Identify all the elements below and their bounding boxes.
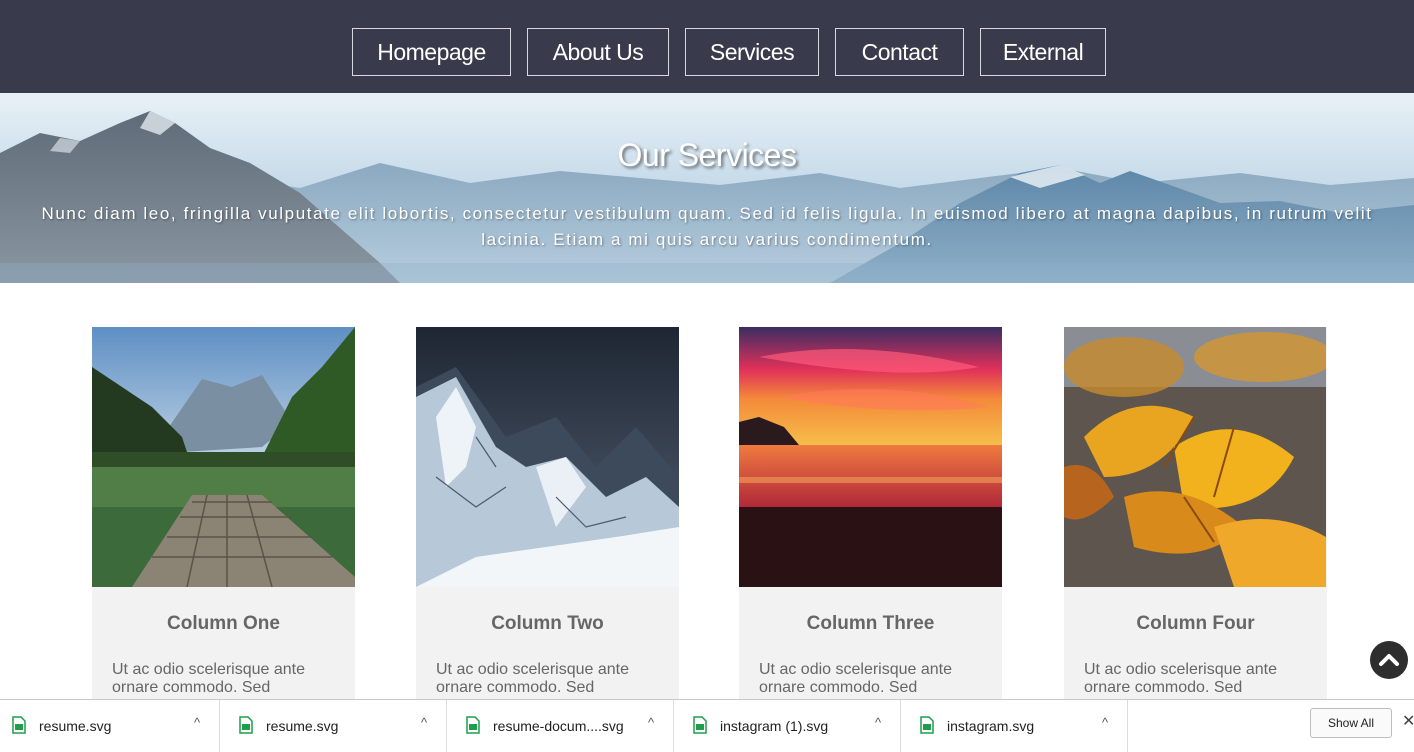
download-item[interactable]: instagram (1).svg ^ <box>681 700 901 752</box>
downloads-bar: resume.svg ^ resume.svg ^ resume-docum..… <box>0 699 1414 752</box>
page: Homepage About Us Services Contact Exter… <box>0 0 1414 752</box>
chevron-up-icon <box>1379 654 1399 666</box>
svg-file-icon <box>920 716 934 734</box>
nav-external[interactable]: External <box>980 28 1106 76</box>
download-filename: resume-docum....svg <box>493 718 624 734</box>
mountain-background <box>0 111 1414 283</box>
card-text: Ut ac odio scelerisque ante ornare commo… <box>436 661 629 696</box>
show-all-downloads-button[interactable]: Show All <box>1310 708 1392 738</box>
nav-services[interactable]: Services <box>685 28 819 76</box>
back-to-top-button[interactable] <box>1370 641 1408 679</box>
lake-dock-image <box>92 327 355 587</box>
top-navigation: Homepage About Us Services Contact Exter… <box>0 0 1414 93</box>
autumn-leaves-image <box>1064 327 1327 587</box>
close-icon[interactable]: ✕ <box>1402 712 1414 732</box>
service-card-1: Column One Ut ac odio scelerisque ante o… <box>92 327 355 707</box>
chevron-up-icon[interactable]: ^ <box>415 714 433 732</box>
svg-file-icon <box>466 716 480 734</box>
nav-homepage[interactable]: Homepage <box>352 28 511 76</box>
chevron-up-icon[interactable]: ^ <box>642 714 660 732</box>
download-item[interactable]: resume.svg ^ <box>227 700 447 752</box>
download-filename: resume.svg <box>266 718 339 734</box>
card-text: Ut ac odio scelerisque ante ornare commo… <box>1084 661 1277 696</box>
card-title: Column Two <box>491 613 604 634</box>
card-text: Ut ac odio scelerisque ante ornare commo… <box>112 661 305 696</box>
nav-contact[interactable]: Contact <box>835 28 964 76</box>
snowy-mountain-image <box>416 327 679 587</box>
service-card-2: Column Two Ut ac odio scelerisque ante o… <box>416 327 679 707</box>
svg-file-icon <box>693 716 707 734</box>
card-text: Ut ac odio scelerisque ante ornare commo… <box>759 661 952 696</box>
card-title: Column Four <box>1136 613 1255 634</box>
sunset-beach-image <box>739 327 1002 587</box>
chevron-up-icon[interactable]: ^ <box>869 714 887 732</box>
nav-about-us[interactable]: About Us <box>527 28 669 76</box>
service-card-4: Column Four Ut ac odio scelerisque ante … <box>1064 327 1327 707</box>
card-title: Column One <box>167 613 280 634</box>
svg-file-icon <box>12 716 26 734</box>
download-filename: instagram.svg <box>947 718 1035 734</box>
download-filename: instagram (1).svg <box>720 718 829 734</box>
chevron-up-icon[interactable]: ^ <box>188 714 206 732</box>
download-item[interactable]: resume-docum....svg ^ <box>454 700 674 752</box>
chevron-up-icon[interactable]: ^ <box>1096 714 1114 732</box>
service-card-3: Column Three Ut ac odio scelerisque ante… <box>739 327 1002 707</box>
svg-file-icon <box>239 716 253 734</box>
hero-description: Nunc diam leo, fringilla vulputate elit … <box>41 204 1373 249</box>
download-filename: resume.svg <box>39 718 112 734</box>
card-title: Column Three <box>806 613 935 634</box>
hero-banner: Our Services Nunc diam leo, fringilla vu… <box>0 93 1414 283</box>
page-title: Our Services <box>617 137 797 173</box>
download-item[interactable]: resume.svg ^ <box>0 700 220 752</box>
download-item[interactable]: instagram.svg ^ <box>908 700 1128 752</box>
